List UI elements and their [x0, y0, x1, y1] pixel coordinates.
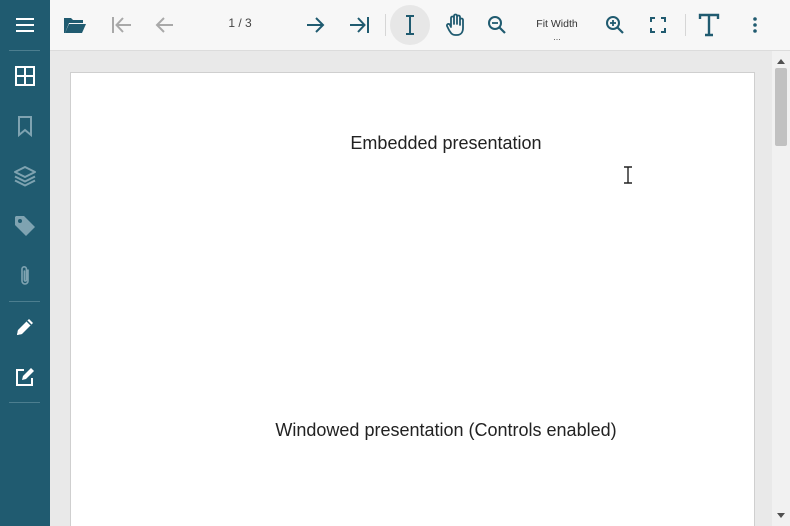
hamburger-menu-icon	[16, 18, 34, 32]
sidebar-divider	[9, 50, 40, 51]
page-text-windowed: Windowed presentation (Controls enabled)	[275, 420, 617, 440]
tag-icon	[15, 216, 35, 236]
triangle-down-icon	[777, 513, 785, 518]
toolbar: 1 / 3 Fit Width ...	[50, 0, 790, 51]
scroll-up-button[interactable]	[772, 53, 790, 69]
arrow-right-icon	[307, 17, 325, 33]
text-select-tool-button[interactable]	[390, 5, 430, 45]
page-text-embedded: Embedded presentation	[350, 133, 542, 153]
text-tool-button[interactable]	[691, 5, 727, 45]
zoom-in-button[interactable]	[598, 5, 632, 45]
pencil-icon	[17, 319, 33, 335]
zoom-out-icon	[488, 16, 506, 34]
menu-button[interactable]	[0, 3, 50, 47]
text-t-icon	[698, 13, 720, 37]
paperclip-icon	[21, 266, 29, 285]
page-indicator[interactable]: 1 / 3	[210, 16, 270, 30]
sidebar-item-bookmarks[interactable]	[0, 104, 50, 148]
first-page-button[interactable]	[104, 5, 138, 45]
more-options-button[interactable]	[740, 5, 770, 45]
edit-form-icon	[16, 368, 34, 386]
arrow-left-icon	[155, 17, 173, 33]
fullscreen-button[interactable]	[641, 5, 675, 45]
first-page-icon	[112, 17, 131, 33]
zoom-in-icon	[606, 16, 624, 34]
last-page-button[interactable]	[342, 5, 378, 45]
sidebar-item-tags[interactable]	[0, 204, 50, 248]
last-page-icon	[350, 17, 369, 33]
pan-tool-button[interactable]	[438, 5, 474, 45]
sidebar-item-annotations[interactable]	[0, 305, 50, 349]
layers-icon	[14, 166, 36, 187]
zoom-out-button[interactable]	[480, 5, 514, 45]
sidebar-item-attachments[interactable]	[0, 254, 50, 298]
sidebar	[0, 0, 50, 526]
sidebar-item-thumbnails[interactable]	[0, 54, 50, 98]
ibeam-cursor-icon	[624, 166, 632, 184]
previous-page-button[interactable]	[148, 5, 182, 45]
zoom-select[interactable]: Fit Width	[527, 18, 587, 30]
text-cursor-icon	[406, 15, 414, 35]
toolbar-divider	[685, 14, 686, 36]
document-viewer[interactable]: Embedded presentation Windowed presentat…	[50, 51, 772, 526]
document-page[interactable]: Embedded presentation Windowed presentat…	[70, 72, 755, 526]
zoom-more-indicator: ...	[553, 32, 561, 42]
toolbar-divider	[385, 14, 386, 36]
sidebar-divider	[9, 402, 40, 403]
thumbnails-grid-icon	[15, 66, 35, 86]
scroll-down-button[interactable]	[772, 508, 790, 524]
more-vertical-icon	[753, 17, 757, 33]
sidebar-item-layers[interactable]	[0, 154, 50, 198]
folder-open-icon	[64, 18, 86, 33]
triangle-up-icon	[777, 59, 785, 64]
scrollbar-thumb[interactable]	[775, 68, 787, 146]
fullscreen-icon	[650, 17, 666, 33]
sidebar-item-form-editor[interactable]	[0, 355, 50, 399]
bookmark-icon	[18, 116, 32, 137]
open-file-button[interactable]	[58, 5, 92, 45]
next-page-button[interactable]	[298, 5, 332, 45]
sidebar-divider	[9, 301, 40, 302]
hand-icon	[446, 13, 464, 36]
